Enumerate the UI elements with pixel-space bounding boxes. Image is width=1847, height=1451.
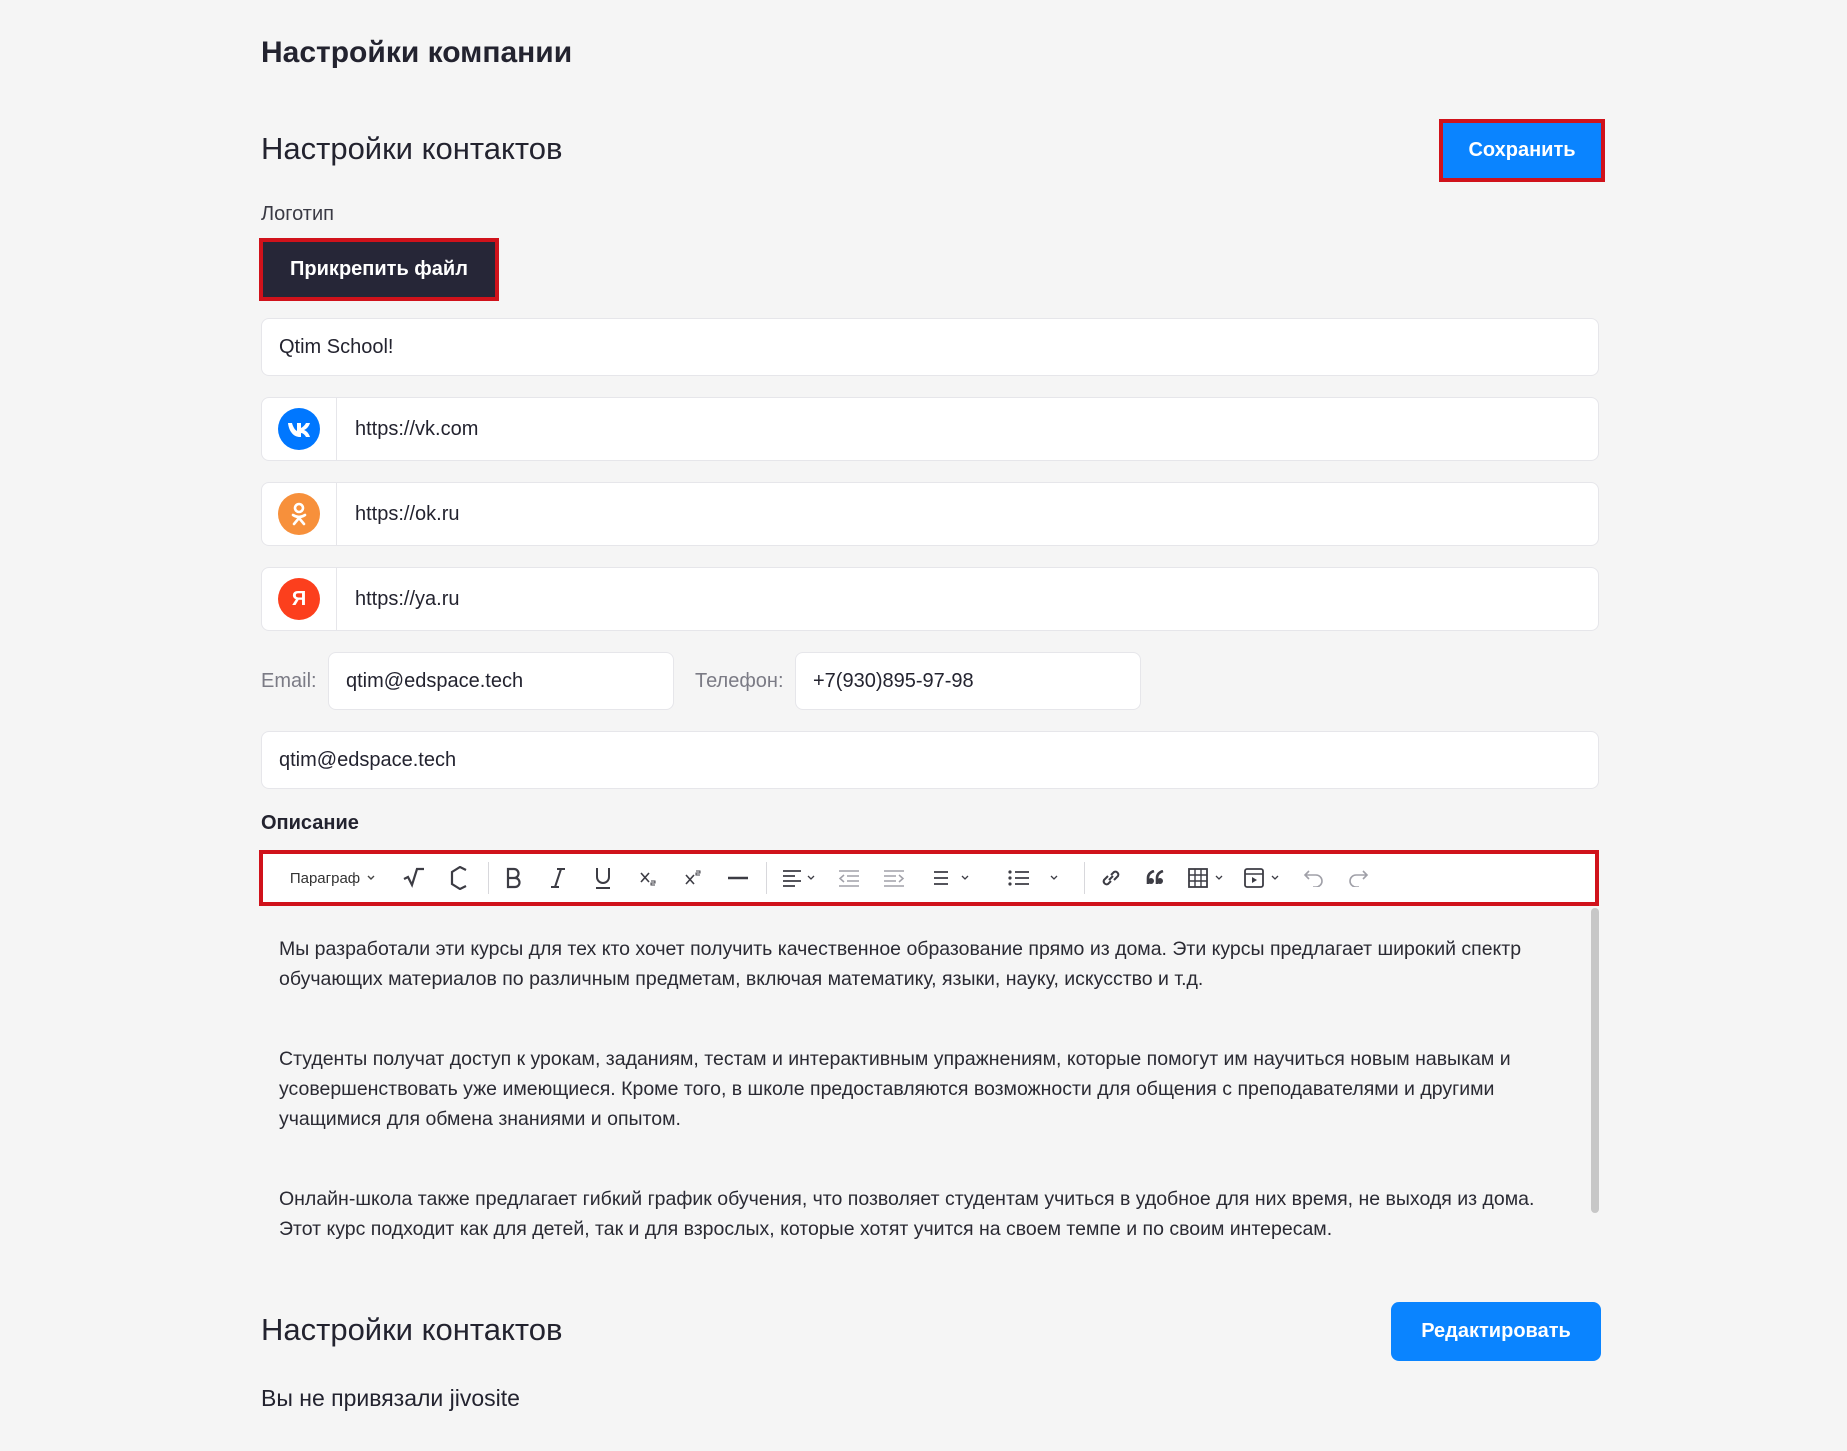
- ok-icon-cell: [262, 483, 337, 545]
- outdent-icon[interactable]: [834, 854, 864, 902]
- undo-icon[interactable]: [1299, 854, 1329, 902]
- toolbar-divider: [1084, 862, 1085, 894]
- editor-text: Мы разработали эти курсы для тех кто хоч…: [279, 934, 1579, 1294]
- chevron-down-icon: [367, 875, 375, 880]
- editor-content-area[interactable]: Мы разработали эти курсы для тех кто хоч…: [261, 908, 1599, 1280]
- toolbar-divider: [488, 862, 489, 894]
- jivosite-status-text: Вы не привязали jivosite: [261, 1385, 520, 1411]
- description-editor: Параграф Мы разработали эти курсы для те…: [259, 850, 1599, 1280]
- attach-file-button[interactable]: Прикрепить файл: [259, 238, 499, 301]
- superscript-icon[interactable]: [678, 854, 708, 902]
- yandex-glyph: Я: [291, 587, 307, 610]
- yandex-url[interactable]: https://ya.ru: [337, 588, 460, 611]
- link-icon[interactable]: [1096, 854, 1126, 902]
- horizontal-line-icon[interactable]: [723, 854, 753, 902]
- yandex-icon: Я: [278, 578, 320, 620]
- vk-link-field: https://vk.com: [261, 397, 1599, 461]
- page-title: Настройки компании: [261, 36, 573, 69]
- chemistry-icon[interactable]: [445, 854, 475, 902]
- indent-icon[interactable]: [879, 854, 909, 902]
- bulleted-list-icon[interactable]: [1005, 854, 1063, 902]
- company-name-input[interactable]: Qtim School!: [261, 318, 1599, 376]
- description-paragraph: Мы разработали эти курсы для тех кто хоч…: [279, 938, 1522, 990]
- media-icon[interactable]: [1241, 854, 1285, 902]
- email-label: Email:: [261, 670, 317, 692]
- paragraph-select[interactable]: Параграф: [287, 854, 379, 902]
- line-height-icon[interactable]: [925, 854, 975, 902]
- description-label: Описание: [261, 812, 359, 834]
- logo-label: Логотип: [261, 203, 334, 225]
- quote-icon[interactable]: [1141, 854, 1171, 902]
- contacts-section-title: Настройки контактов: [261, 131, 563, 166]
- ok-link-field: https://ok.ru: [261, 482, 1599, 546]
- bold-icon[interactable]: [498, 854, 528, 902]
- yandex-link-field: Я https://ya.ru: [261, 567, 1599, 631]
- chat-section-title: Настройки контактов: [261, 1312, 563, 1347]
- vk-icon: [278, 408, 320, 450]
- company-settings-page: Настройки компании Настройки контактов С…: [0, 0, 1847, 1451]
- ok-url[interactable]: https://ok.ru: [337, 503, 460, 526]
- company-name-value: Qtim School!: [279, 335, 394, 358]
- phone-input[interactable]: +7(930)895-97-98: [795, 652, 1141, 710]
- email-input[interactable]: qtim@edspace.tech: [328, 652, 674, 710]
- vk-icon-cell: [262, 398, 337, 460]
- odnoklassniki-icon: [278, 493, 320, 535]
- underline-icon[interactable]: [588, 854, 618, 902]
- edit-button[interactable]: Редактировать: [1391, 1302, 1601, 1361]
- align-icon[interactable]: [777, 854, 821, 902]
- subscript-icon[interactable]: [633, 854, 663, 902]
- description-paragraph: Студенты получат доступ к урокам, задани…: [279, 1048, 1511, 1130]
- editor-toolbar: Параграф: [259, 850, 1599, 906]
- email-value: qtim@edspace.tech: [346, 669, 524, 692]
- vk-url[interactable]: https://vk.com: [337, 418, 478, 441]
- redo-icon[interactable]: [1343, 854, 1373, 902]
- save-button[interactable]: Сохранить: [1439, 119, 1605, 182]
- math-icon[interactable]: [399, 854, 429, 902]
- phone-value: +7(930)895-97-98: [813, 669, 974, 692]
- editor-scrollbar[interactable]: [1591, 908, 1599, 1213]
- extra-email-input[interactable]: qtim@edspace.tech: [261, 731, 1599, 789]
- toolbar-divider: [766, 862, 767, 894]
- yandex-icon-cell: Я: [262, 568, 337, 630]
- description-paragraph: Онлайн-школа также предлагает гибкий гра…: [279, 1188, 1535, 1240]
- phone-label: Телефон:: [695, 670, 784, 692]
- italic-icon[interactable]: [543, 854, 573, 902]
- table-icon[interactable]: [1185, 854, 1229, 902]
- email-phone-row: Email: qtim@edspace.tech Телефон: +7(930…: [261, 652, 1261, 710]
- paragraph-select-label: Параграф: [289, 869, 361, 887]
- extra-email-value: qtim@edspace.tech: [279, 748, 457, 771]
